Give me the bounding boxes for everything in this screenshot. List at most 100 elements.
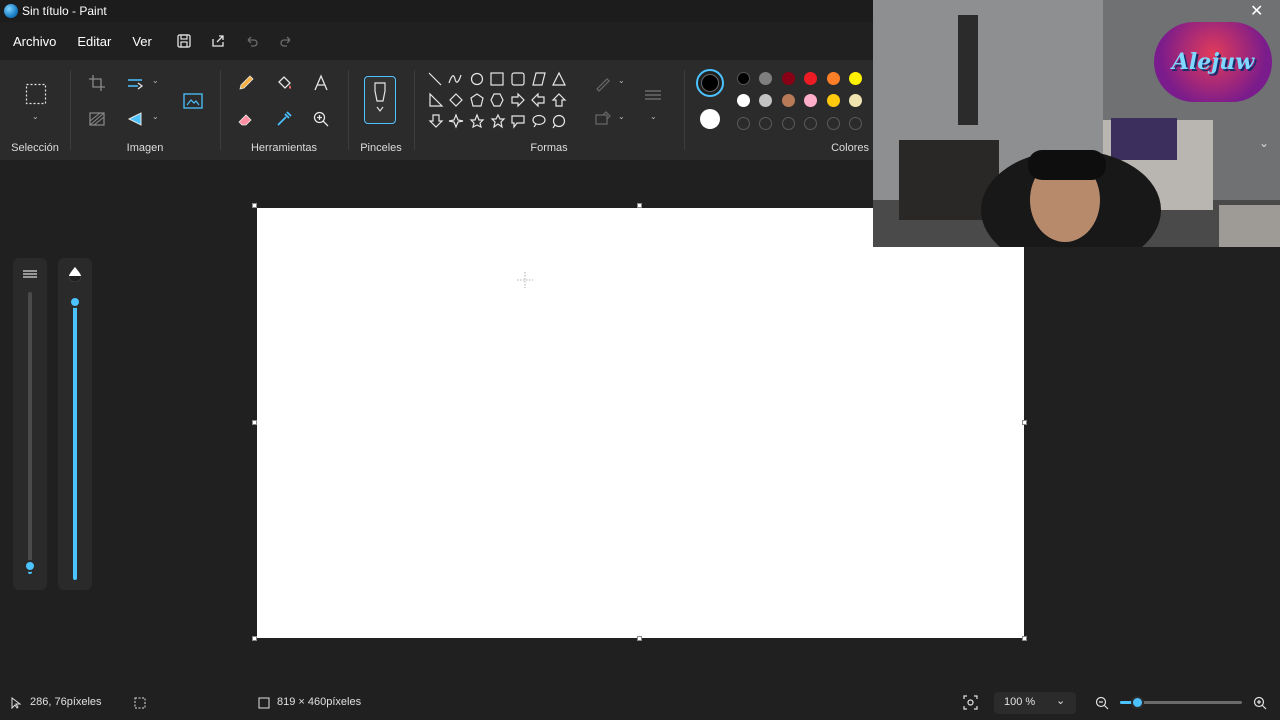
rotate-icon[interactable] (124, 108, 146, 130)
save-icon[interactable] (174, 31, 194, 51)
zoom-out-icon[interactable] (1095, 696, 1109, 710)
zoom-slider-thumb[interactable] (1131, 696, 1144, 709)
paint-app-icon (4, 4, 18, 18)
cursor-position-readout: 286, 76píxeles (30, 696, 102, 708)
color-swatch-light-gray[interactable] (759, 94, 772, 107)
primary-color-button[interactable] (696, 69, 724, 97)
color-swatch-gray[interactable] (759, 72, 772, 85)
color-picker-icon[interactable] (273, 108, 295, 130)
status-bar: 286, 76píxeles 819 × 460píxeles 100 % ⌄ (0, 685, 1280, 720)
opacity-slider-fill[interactable] (73, 298, 77, 580)
undo-icon[interactable] (242, 31, 262, 51)
outline-icon[interactable] (592, 72, 614, 94)
color-swatch-light-yellow[interactable] (849, 94, 862, 107)
zoom-dropdown[interactable]: 100 % ⌄ (994, 692, 1076, 714)
pencil-icon[interactable] (235, 72, 257, 94)
brush-size-icon (23, 270, 37, 278)
streamer-logo-text: Alejuw (1171, 49, 1255, 75)
share-icon[interactable] (208, 31, 228, 51)
canvas-resize-handle[interactable] (637, 203, 642, 208)
line-width-chevron-down-icon[interactable]: ⌄ (650, 112, 657, 121)
secondary-color-button[interactable] (700, 109, 720, 129)
color-swatch-dark-red[interactable] (782, 72, 795, 85)
canvas-resize-handle[interactable] (252, 636, 257, 641)
shapes-label: Formas (530, 142, 568, 154)
ribbon-divider (70, 70, 71, 150)
canvas-resize-handle[interactable] (252, 203, 257, 208)
ribbon-divider (684, 70, 685, 150)
crop-icon[interactable] (86, 72, 108, 94)
select-rectangle-icon[interactable] (24, 82, 48, 106)
selection-size-icon (134, 697, 146, 709)
custom-color-slot[interactable] (849, 117, 862, 130)
canvas-resize-handle[interactable] (1022, 420, 1027, 425)
color-swatch-orange[interactable] (827, 72, 840, 85)
text-tool-icon[interactable] (310, 72, 332, 94)
zoom-in-icon[interactable] (1253, 696, 1267, 710)
flip-image-icon[interactable] (86, 108, 108, 130)
image-label: Imagen (126, 142, 164, 154)
resize-icon[interactable] (124, 72, 146, 94)
redo-icon[interactable] (276, 31, 296, 51)
color-swatch-red[interactable] (804, 72, 817, 85)
tools-label: Herramientas (250, 142, 318, 154)
brushes-button[interactable] (364, 76, 396, 124)
opacity-drop-icon (69, 267, 81, 282)
menu-view[interactable]: Ver (124, 34, 160, 49)
magnifier-icon[interactable] (310, 108, 332, 130)
resize-chevron-down-icon[interactable]: ⌄ (152, 76, 159, 85)
selection-chevron-down-icon[interactable]: ⌄ (32, 112, 39, 121)
size-slider-panel (13, 258, 47, 590)
zoom-chevron-down-icon: ⌄ (1056, 695, 1066, 707)
custom-color-slot[interactable] (759, 117, 772, 130)
outline-chevron-down-icon[interactable]: ⌄ (618, 76, 625, 85)
canvas-size-readout: 819 × 460píxeles (277, 696, 362, 708)
size-slider-thumb[interactable] (24, 560, 36, 572)
shapes-group: ⌄ ⌄ ⌄ Formas (416, 60, 682, 160)
opacity-slider-thumb[interactable] (69, 296, 81, 308)
zoom-level: 100 % (1004, 696, 1036, 708)
menu-file[interactable]: Archivo (5, 34, 64, 49)
menu-edit[interactable]: Editar (69, 34, 119, 49)
rotate-chevron-down-icon[interactable]: ⌄ (152, 112, 159, 121)
color-swatch-yellow[interactable] (849, 72, 862, 85)
canvas-resize-handle[interactable] (637, 636, 642, 641)
shapes-gallery[interactable] (426, 70, 572, 142)
fill-bucket-icon[interactable] (273, 72, 295, 94)
fit-to-window-icon[interactable] (963, 695, 978, 710)
color-swatch-gold[interactable] (827, 94, 840, 107)
image-resize-icon[interactable] (180, 88, 206, 114)
color-swatch-pink[interactable] (804, 94, 817, 107)
selection-label: Selección (11, 142, 59, 154)
colors-group: Colores (686, 60, 873, 160)
fill-chevron-down-icon[interactable]: ⌄ (618, 112, 625, 121)
color-swatch-black[interactable] (737, 72, 750, 85)
primary-color-swatch (701, 74, 719, 92)
custom-color-slot[interactable] (804, 117, 817, 130)
ribbon-expand-chevron-icon[interactable]: ⌄ (1259, 136, 1269, 150)
ribbon-divider (414, 70, 415, 150)
line-width-icon[interactable] (642, 84, 664, 106)
eraser-icon[interactable] (235, 108, 257, 130)
ribbon-divider (220, 70, 221, 150)
custom-color-slot[interactable] (782, 117, 795, 130)
color-swatch-white[interactable] (737, 94, 750, 107)
cursor-position-icon (11, 697, 22, 709)
color-swatch-brown[interactable] (782, 94, 795, 107)
colors-label: Colores (831, 142, 869, 154)
drawing-canvas[interactable] (257, 208, 1024, 638)
custom-color-slot[interactable] (737, 117, 750, 130)
tools-group: Herramientas (222, 60, 346, 160)
brushes-label: Pinceles (360, 142, 402, 154)
ribbon-divider (348, 70, 349, 150)
size-slider-track[interactable] (28, 292, 32, 570)
shape-fill-icon[interactable] (592, 108, 614, 130)
webcam-overlay: Alejuw (873, 0, 1280, 247)
custom-color-slot[interactable] (827, 117, 840, 130)
canvas-resize-handle[interactable] (252, 420, 257, 425)
menu-bar: Archivo Editar Ver (0, 26, 296, 56)
close-icon[interactable]: ✕ (1250, 1, 1263, 21)
window-title: Sin título - Paint (22, 4, 107, 18)
canvas-resize-handle[interactable] (1022, 636, 1027, 641)
crosshair-cursor-icon (517, 272, 533, 288)
